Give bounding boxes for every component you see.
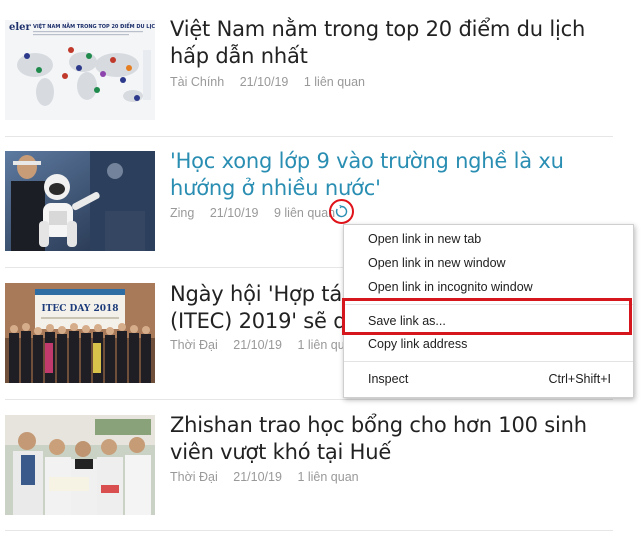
menu-item-label: Copy link address: [368, 337, 468, 351]
article-source[interactable]: Thời Đại: [170, 338, 218, 352]
article-date: 21/10/19: [209, 206, 259, 220]
article-meta: Thời Đại 21/10/19 1 liên quan: [170, 470, 371, 484]
menu-item-open-new-tab[interactable]: Open link in new tab: [344, 227, 633, 251]
menu-item-label: Inspect: [368, 372, 409, 386]
article-source[interactable]: Thời Đại: [170, 470, 218, 484]
article-title[interactable]: Ngày hội 'Hợp tác (ITEC) 2019' sẽ diễn: [170, 281, 342, 335]
article-date: 21/10/19: [233, 338, 282, 352]
article-related-count[interactable]: 9 liên quan: [274, 206, 335, 220]
article-thumbnail[interactable]: [5, 415, 155, 515]
article-source[interactable]: Tài Chính: [170, 75, 224, 89]
article-thumbnail[interactable]: [5, 151, 155, 251]
article-meta: Zing 21/10/19 9 liên quan: [170, 206, 339, 220]
menu-item-label: Open link in new window: [368, 256, 506, 270]
annotation-highlight-box: [342, 298, 632, 335]
menu-item-open-new-window[interactable]: Open link in new window: [344, 251, 633, 275]
menu-item-copy-link-address[interactable]: Copy link address: [344, 332, 633, 356]
menu-item-open-incognito[interactable]: Open link in incognito window: [344, 275, 633, 299]
menu-item-inspect[interactable]: Inspect Ctrl+Shift+I: [344, 367, 633, 391]
article-thumbnail[interactable]: eler VIỆT NAM NẰM TRONG TOP 20 ĐIỂM DU L…: [5, 20, 155, 120]
menu-separator: [344, 361, 633, 362]
menu-item-shortcut: Ctrl+Shift+I: [548, 372, 611, 386]
article-related-count[interactable]: 1 liên quan: [304, 75, 365, 89]
article-related-count[interactable]: 1 liên quan: [297, 470, 358, 484]
article-date: 21/10/19: [233, 470, 282, 484]
article-thumbnail[interactable]: ITEC DAY 2018: [5, 283, 155, 383]
menu-item-label: Open link in new tab: [368, 232, 482, 246]
article-title-line[interactable]: Ngày hội 'Hợp tác: [170, 281, 342, 308]
divider: [5, 399, 613, 400]
article-title[interactable]: 'Học xong lớp 9 vào trường nghề là xu hư…: [170, 148, 630, 202]
thumbnail-logo: eler: [9, 22, 32, 33]
article-title-line[interactable]: (ITEC) 2019' sẽ diễn: [170, 308, 342, 335]
article-title[interactable]: Việt Nam nằm trong top 20 điểm du lịch h…: [170, 16, 630, 70]
thumbnail-banner-text: ITEC DAY 2018: [41, 304, 118, 314]
article-title[interactable]: Zhishan trao học bổng cho hơn 100 sinh v…: [170, 412, 610, 466]
divider: [5, 136, 613, 137]
divider: [5, 530, 613, 531]
article-meta: Tài Chính 21/10/19 1 liên quan: [170, 75, 377, 89]
menu-item-label: Open link in incognito window: [368, 280, 533, 294]
article-source[interactable]: Zing: [170, 206, 194, 220]
thumbnail-headline-text: VIỆT NAM NẰM TRONG TOP 20 ĐIỂM DU LỊCH H…: [33, 22, 155, 30]
article-date: 21/10/19: [239, 75, 289, 89]
article-meta: Thời Đại 21/10/19 1 liên quan: [170, 338, 371, 352]
annotation-circle: [329, 199, 354, 224]
